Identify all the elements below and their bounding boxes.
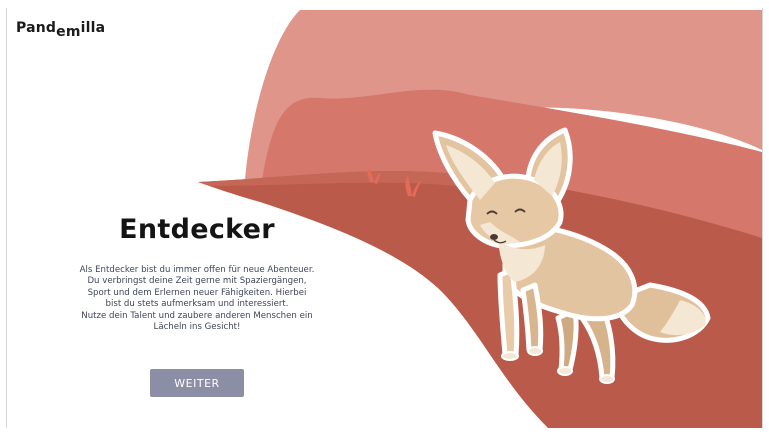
description-line-3: Sport und dem Erlernen neuer Fähigkeiten… [87, 287, 307, 298]
fox-paw-3 [557, 366, 573, 376]
fox-paw-2 [527, 346, 543, 356]
fox-paw-4 [599, 374, 615, 384]
fox-back-leg-far [555, 307, 579, 373]
page-title: Entdecker [119, 214, 275, 245]
page: Pandemilla Entdecker Als Entdecker bist … [0, 0, 769, 434]
fox-nose [490, 234, 498, 240]
description-line-1: Als Entdecker bist du immer offen für ne… [79, 265, 315, 275]
continue-button[interactable]: WEITER [150, 369, 244, 397]
description-line-4: bist du stets aufmerksam und interessier… [105, 299, 289, 310]
result-description: Als Entdecker bist du immer offen für ne… [70, 265, 324, 333]
fox-front-leg-2 [520, 282, 544, 353]
fox-paw-1 [501, 351, 519, 361]
fox-front-leg [497, 267, 520, 358]
description-line-2: Du verbringst deine Zeit gerne mit Spazi… [87, 276, 307, 287]
description-line-5: Nutze dein Talent und zaubere anderen Me… [81, 310, 313, 321]
description-line-6: Lächeln ins Gesicht! [153, 322, 241, 333]
result-content: Entdecker Als Entdecker bist du immer of… [70, 214, 324, 333]
